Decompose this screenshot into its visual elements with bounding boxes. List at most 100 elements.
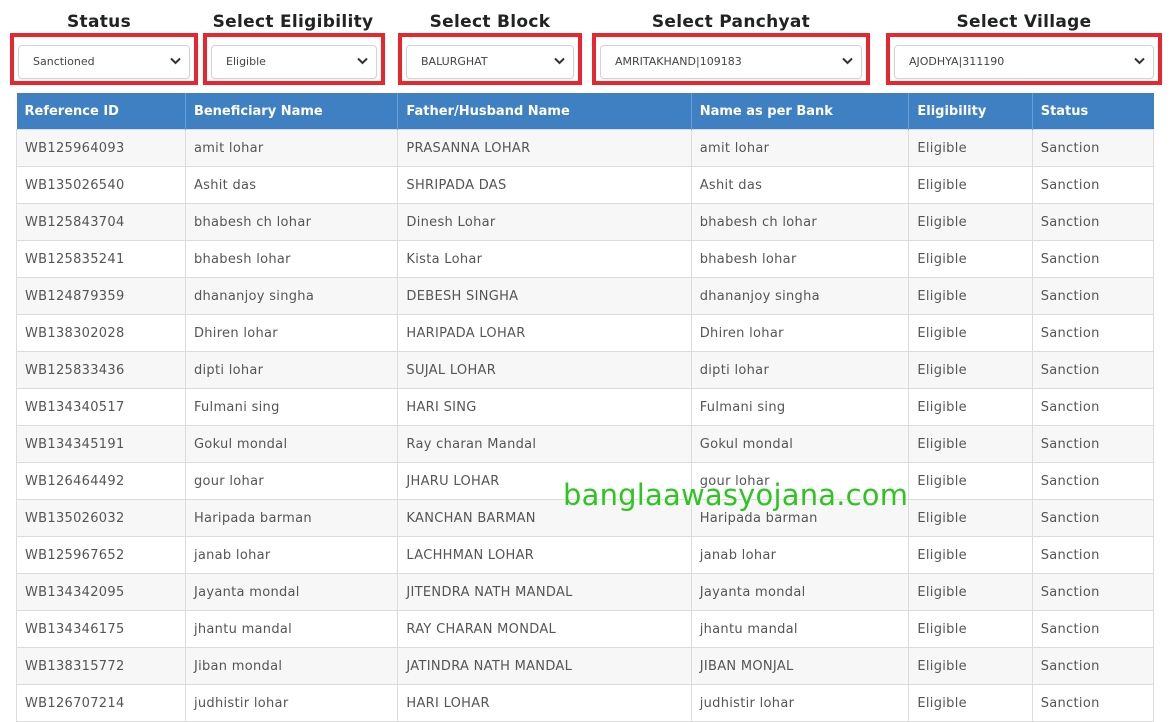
cell-reference-id: WB134340517 (16, 388, 186, 426)
header-father-husband-name[interactable]: Father/Husband Name (397, 93, 692, 130)
header-beneficiary-name[interactable]: Beneficiary Name (185, 93, 399, 130)
table-row: WB126464492 gour lohar JHARU LOHAR gour loh… (16, 462, 1155, 500)
filter-label: Select Panchyat (651, 12, 811, 32)
village-select[interactable]: AJODHYA|311190 (894, 45, 1154, 79)
cell-status: Sanction (1031, 314, 1155, 352)
cell-father-husband-name: JATINDRA NATH MANDAL (397, 647, 692, 685)
cell-status: Sanction (1031, 277, 1155, 315)
cell-eligibility: Eligible (908, 203, 1033, 241)
cell-father-husband-name: Kista Lohar (397, 240, 692, 278)
highlight-box: BALURGHAT (398, 33, 582, 85)
cell-status: Sanction (1031, 499, 1155, 537)
select-value: Sanctioned (33, 55, 95, 68)
header-name-as-per-bank[interactable]: Name as per Bank (691, 93, 910, 130)
table-row: WB125835241 bhabesh lohar Kista Lohar bhabe… (16, 240, 1155, 278)
cell-status: Sanction (1031, 351, 1155, 389)
cell-father-husband-name: JITENDRA NATH MANDAL (397, 573, 692, 611)
beneficiary-table: Reference ID Beneficiary Name Father/Hus… (16, 93, 1155, 722)
cell-beneficiary-name: dipti lohar (184, 351, 399, 389)
cell-name-as-per-bank: amit lohar (690, 129, 910, 167)
cell-name-as-per-bank: dipti lohar (690, 351, 910, 389)
cell-father-husband-name: HARI LOHAR (397, 684, 692, 722)
select-value: Eligible (226, 55, 266, 68)
highlight-box: AJODHYA|311190 (886, 33, 1162, 85)
cell-father-husband-name: SHRIPADA DAS (397, 166, 692, 204)
header-status[interactable]: Status (1032, 93, 1154, 130)
cell-status: Sanction (1031, 647, 1155, 685)
cell-eligibility: Eligible (908, 166, 1033, 204)
cell-father-husband-name: SUJAL LOHAR (397, 351, 692, 389)
cell-father-husband-name: KANCHAN BARMAN (397, 499, 692, 537)
table-row: WB125964093 amit lohar PRASANNA LOHAR amit … (16, 129, 1155, 167)
cell-status: Sanction (1031, 573, 1155, 611)
cell-beneficiary-name: bhabesh ch lohar (184, 203, 399, 241)
cell-beneficiary-name: amit lohar (184, 129, 399, 167)
cell-beneficiary-name: jhantu mandal (184, 610, 399, 648)
cell-name-as-per-bank: dhananjoy singha (690, 277, 910, 315)
cell-name-as-per-bank: judhistir lohar (690, 684, 910, 722)
cell-status: Sanction (1031, 166, 1155, 204)
cell-eligibility: Eligible (908, 684, 1033, 722)
header-reference-id[interactable]: Reference ID (16, 93, 186, 130)
cell-father-husband-name: LACHHMAN LOHAR (397, 536, 692, 574)
cell-status: Sanction (1031, 240, 1155, 278)
cell-father-husband-name: RAY CHARAN MONDAL (397, 610, 692, 648)
chevron-down-icon (841, 46, 855, 78)
cell-status: Sanction (1031, 684, 1155, 722)
cell-name-as-per-bank: janab lohar (690, 536, 910, 574)
cell-beneficiary-name: Dhiren lohar (184, 314, 399, 352)
cell-name-as-per-bank: Jayanta mondal (690, 573, 910, 611)
cell-eligibility: Eligible (908, 499, 1033, 537)
filter-label: Select Village (956, 12, 1092, 32)
panchyat-select[interactable]: AMRITAKHAND|109183 (600, 45, 862, 79)
cell-reference-id: WB135026540 (16, 166, 186, 204)
cell-name-as-per-bank: JIBAN MONJAL (690, 647, 910, 685)
cell-eligibility: Eligible (908, 388, 1033, 426)
cell-name-as-per-bank: gour lohar (690, 462, 910, 500)
cell-reference-id: WB124879359 (16, 277, 186, 315)
cell-name-as-per-bank: Dhiren lohar (690, 314, 910, 352)
block-select[interactable]: BALURGHAT (406, 45, 574, 79)
cell-status: Sanction (1031, 129, 1155, 167)
filter-bar: Status Sanctioned Select Eligibility Eli… (0, 0, 1171, 92)
highlight-box: Sanctioned (10, 33, 198, 85)
cell-eligibility: Eligible (908, 462, 1033, 500)
cell-beneficiary-name: Ashit das (184, 166, 399, 204)
select-value: AMRITAKHAND|109183 (615, 55, 742, 68)
chevron-down-icon (356, 46, 370, 78)
cell-eligibility: Eligible (908, 240, 1033, 278)
cell-name-as-per-bank: bhabesh lohar (690, 240, 910, 278)
table-row: WB134345191 Gokul mondal Ray charan Mandal… (16, 425, 1155, 463)
select-value: BALURGHAT (421, 55, 488, 68)
cell-eligibility: Eligible (908, 314, 1033, 352)
select-value: AJODHYA|311190 (909, 55, 1005, 68)
table-row: WB125967652 janab lohar LACHHMAN LOHAR jana… (16, 536, 1155, 574)
cell-name-as-per-bank: Fulmani sing (690, 388, 910, 426)
cell-beneficiary-name: bhabesh lohar (184, 240, 399, 278)
cell-reference-id: WB125967652 (16, 536, 186, 574)
cell-reference-id: WB138315772 (16, 647, 186, 685)
cell-name-as-per-bank: bhabesh ch lohar (690, 203, 910, 241)
cell-reference-id: WB126707214 (16, 684, 186, 722)
cell-name-as-per-bank: Haripada barman (690, 499, 910, 537)
cell-father-husband-name: HARIPADA LOHAR (397, 314, 692, 352)
cell-name-as-per-bank: jhantu mandal (690, 610, 910, 648)
cell-status: Sanction (1031, 462, 1155, 500)
eligibility-select[interactable]: Eligible (211, 45, 377, 79)
cell-father-husband-name: JHARU LOHAR (397, 462, 692, 500)
filter-label: Status (67, 12, 131, 32)
cell-reference-id: WB125964093 (16, 129, 186, 167)
cell-eligibility: Eligible (908, 129, 1033, 167)
header-eligibility[interactable]: Eligibility (908, 93, 1033, 130)
cell-eligibility: Eligible (908, 610, 1033, 648)
status-select[interactable]: Sanctioned (18, 45, 190, 79)
cell-reference-id: WB134342095 (16, 573, 186, 611)
cell-father-husband-name: PRASANNA LOHAR (397, 129, 692, 167)
cell-reference-id: WB138302028 (16, 314, 186, 352)
cell-name-as-per-bank: Ashit das (690, 166, 910, 204)
cell-beneficiary-name: judhistir lohar (184, 684, 399, 722)
cell-reference-id: WB125843704 (16, 203, 186, 241)
table-row: WB138302028 Dhiren lohar HARIPADA LOHAR Dhi… (16, 314, 1155, 352)
cell-beneficiary-name: janab lohar (184, 536, 399, 574)
chevron-down-icon (553, 46, 567, 78)
